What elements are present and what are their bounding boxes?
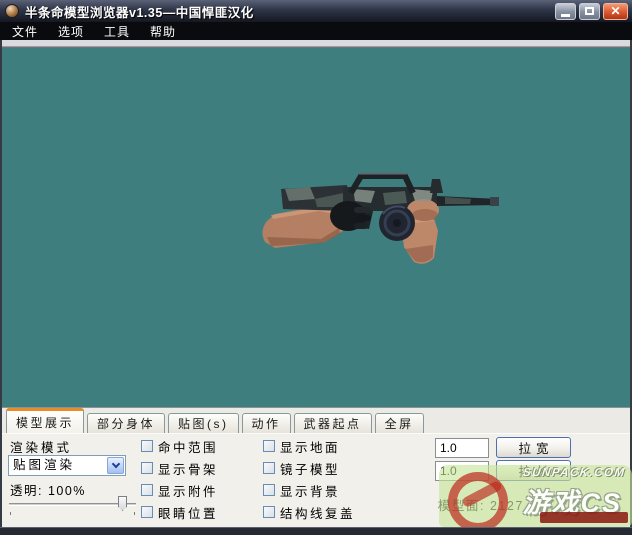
checkbox-show-skeleton[interactable]: 显示骨架 [141, 460, 218, 477]
stretch-length-input[interactable] [435, 461, 489, 481]
client-area: 模型展示 部分身体 贴图(s) 动作 武器起点 全屏 渲染模式 贴图渲染 透明:… [0, 40, 632, 527]
checkbox-icon[interactable] [141, 484, 153, 496]
checkbox-icon[interactable] [141, 506, 153, 518]
render-mode-select[interactable]: 贴图渲染 [8, 455, 126, 476]
stretch-width-input[interactable] [435, 438, 489, 458]
control-panel: 渲染模式 贴图渲染 透明: 100% 命中范围 显示骨架 显示附件 眼睛位置 显… [2, 433, 632, 527]
window-title: 半条命模型浏览器v1.35—中国悍匪汉化 [25, 5, 254, 20]
checkbox-mirror-model[interactable]: 镜子模型 [263, 460, 340, 477]
tab-weapon-origin[interactable]: 武器起点 [293, 413, 372, 433]
app-window: 半条命模型浏览器v1.35—中国悍匪汉化 ✕ 文件 选项 工具 帮助 模型展示 … [0, 0, 632, 535]
transparency-slider[interactable] [7, 496, 138, 515]
checkbox-hitboxes[interactable]: 命中范围 [141, 438, 218, 455]
render-mode-label: 渲染模式 [10, 441, 73, 455]
slider-thumb[interactable] [118, 496, 127, 511]
close-icon: ✕ [610, 4, 621, 18]
maximize-icon [585, 7, 594, 15]
checkbox-icon[interactable] [263, 440, 275, 452]
menu-bar: 文件 选项 工具 帮助 [0, 22, 632, 40]
checkbox-show-ground[interactable]: 显示地面 [263, 438, 340, 455]
render-mode-value: 贴图渲染 [13, 458, 76, 472]
tab-textures[interactable]: 贴图(s) [168, 413, 239, 433]
menu-file[interactable]: 文件 [4, 22, 46, 41]
app-icon [5, 4, 19, 18]
watermark-logo-text: 游戏CS [522, 488, 622, 518]
slider-tick [10, 512, 11, 515]
model-viewport[interactable] [2, 47, 630, 407]
watermark-red-bar [540, 512, 628, 523]
checkbox-show-attachments[interactable]: 显示附件 [141, 482, 218, 499]
model-face-count: 模型面: 2127 [438, 499, 524, 513]
window-controls: ✕ [555, 2, 628, 20]
slider-track[interactable] [9, 503, 136, 506]
menu-help[interactable]: 帮助 [142, 22, 184, 41]
window-bottom-frame[interactable] [0, 527, 632, 535]
menu-tools[interactable]: 工具 [96, 22, 138, 41]
checkbox-icon[interactable] [263, 462, 275, 474]
menu-options[interactable]: 选项 [50, 22, 92, 41]
toolbar-strip [2, 40, 630, 47]
stretch-length-button[interactable]: 拉长 [496, 460, 571, 481]
checkbox-eye-position[interactable]: 眼睛位置 [141, 504, 218, 521]
checkbox-show-background[interactable]: 显示背景 [263, 482, 340, 499]
tab-bar: 模型展示 部分身体 贴图(s) 动作 武器起点 全屏 [2, 407, 630, 433]
tab-body-parts[interactable]: 部分身体 [87, 413, 166, 433]
checkbox-icon[interactable] [141, 462, 153, 474]
checkbox-icon[interactable] [263, 484, 275, 496]
minimize-icon [561, 13, 570, 17]
minimize-button[interactable] [555, 2, 576, 20]
slider-tick [134, 512, 135, 515]
checkbox-icon[interactable] [263, 506, 275, 518]
checkbox-wireframe-overlay[interactable]: 结构线复盖 [263, 504, 355, 521]
maximize-button[interactable] [579, 2, 600, 20]
tab-model-display[interactable]: 模型展示 [6, 408, 85, 433]
dropdown-arrow-icon[interactable] [107, 457, 124, 474]
checkbox-icon[interactable] [141, 440, 153, 452]
stretch-width-button[interactable]: 拉宽 [496, 437, 571, 458]
close-button[interactable]: ✕ [603, 2, 628, 20]
weapon-model[interactable] [255, 169, 505, 274]
tab-fullscreen[interactable]: 全屏 [374, 413, 424, 433]
tab-animations[interactable]: 动作 [241, 413, 291, 433]
title-bar[interactable]: 半条命模型浏览器v1.35—中国悍匪汉化 ✕ [0, 0, 632, 22]
